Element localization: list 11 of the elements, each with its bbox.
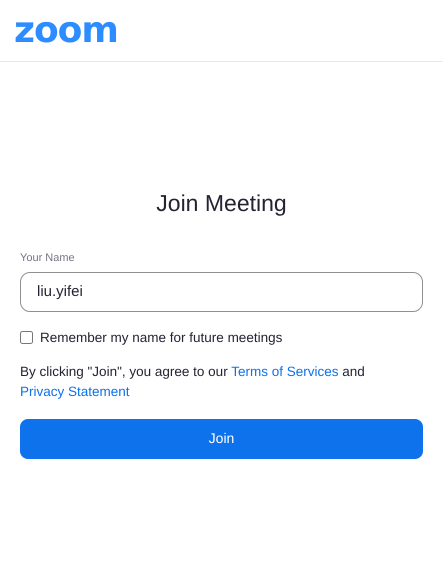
consent-text: By clicking "Join", you agree to our	[20, 364, 228, 379]
name-field[interactable]: liu.yifei	[20, 272, 423, 312]
privacy-link[interactable]: Privacy Statement	[20, 384, 130, 399]
zoom-logo: zoom	[14, 12, 118, 48]
join-button[interactable]: Join	[20, 418, 423, 459]
remember-checkbox[interactable]	[20, 331, 33, 344]
field-label: Your Name	[20, 251, 76, 266]
consent-joiner: and	[342, 364, 365, 379]
page-title: Join Meeting	[155, 189, 288, 218]
remember-label: Remember my name for future meetings	[40, 328, 282, 347]
terms-link[interactable]: Terms of Services	[231, 364, 338, 379]
